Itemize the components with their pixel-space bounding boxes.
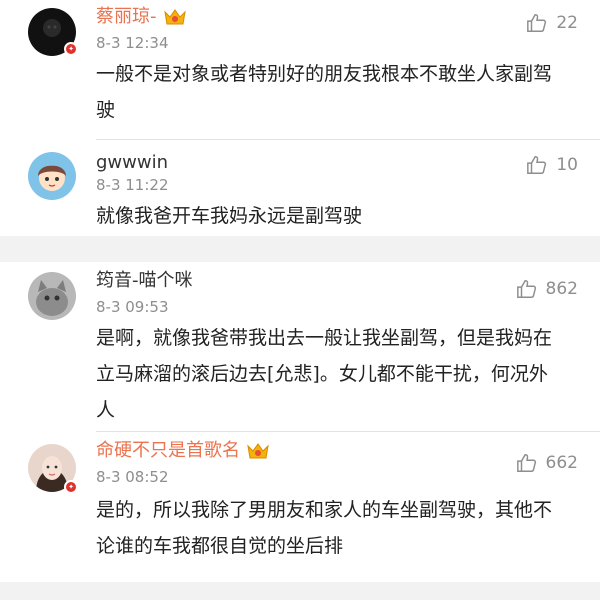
comment-text: 就像我爸开车我妈永远是副驾驶 xyxy=(96,205,363,227)
comment-item: gwwwin 8-3 11:22 10 就像我爸开车我妈永远是副驾驶 xyxy=(0,140,600,236)
crown-vip-icon xyxy=(247,443,269,459)
avatar-image xyxy=(28,272,76,320)
comment-time: 8-3 08:52 xyxy=(96,468,169,486)
comment-time: 8-3 11:22 xyxy=(96,176,169,194)
like-count: 662 xyxy=(545,453,578,473)
comment-item: 筠音-喵个咪 8-3 09:53 862 是啊，就像我爸带我出去一般让我坐副驾，… xyxy=(0,262,600,432)
username-text: 筠音-喵个咪 xyxy=(96,270,193,291)
comment-feed: ✦ 蔡丽琼- 8-3 12:34 22 一般不是对象或者特别好的朋友我根本不敢坐… xyxy=(0,0,600,600)
like-button[interactable]: 662 xyxy=(516,452,578,474)
avatar[interactable] xyxy=(28,272,76,320)
username-text: 蔡丽琼- xyxy=(96,6,157,27)
username[interactable]: gwwwin xyxy=(96,152,168,174)
username[interactable]: 命硬不只是首歌名 xyxy=(96,440,270,462)
section-gap xyxy=(0,582,600,600)
thumbs-up-icon xyxy=(516,280,536,298)
comment-item: ✦ 蔡丽琼- 8-3 12:34 22 一般不是对象或者特别好的朋友我根本不敢坐… xyxy=(0,0,600,140)
avatar-image xyxy=(28,152,76,200)
comment-text: 一般不是对象或者特别好的朋友我根本不敢坐人家副驾驶 xyxy=(96,63,553,121)
thumbs-up-icon xyxy=(516,454,536,472)
like-button[interactable]: 862 xyxy=(516,278,578,300)
crown-vip-icon xyxy=(163,9,186,25)
like-count: 10 xyxy=(556,155,578,175)
verified-badge-icon: ✦ xyxy=(64,42,78,56)
thumbs-up-icon xyxy=(527,156,547,174)
like-count: 862 xyxy=(545,279,578,299)
comment-item: ✦ 命硬不只是首歌名 8-3 08:52 662 是的，所以我除了男朋友和家人的… xyxy=(0,432,600,582)
like-button[interactable]: 10 xyxy=(526,154,578,176)
like-button[interactable]: 22 xyxy=(526,12,578,34)
username-text: 命硬不只是首歌名 xyxy=(96,440,240,461)
username[interactable]: 蔡丽琼- xyxy=(96,6,187,28)
like-count: 22 xyxy=(556,13,578,33)
comment-text: 是啊，就像我爸带我出去一般让我坐副驾，但是我妈在立马麻溜的滚后边去[允悲]。女儿… xyxy=(96,327,553,421)
username[interactable]: 筠音-喵个咪 xyxy=(96,270,193,292)
comment-time: 8-3 09:53 xyxy=(96,298,169,316)
username-text: gwwwin xyxy=(96,152,168,173)
section-gap xyxy=(0,236,600,262)
avatar[interactable] xyxy=(28,152,76,200)
thumbs-up-icon xyxy=(527,14,547,32)
verified-badge-icon: ✦ xyxy=(64,480,78,494)
comment-text: 是的，所以我除了男朋友和家人的车坐副驾驶，其他不论谁的车我都很自觉的坐后排 xyxy=(96,499,553,557)
comment-time: 8-3 12:34 xyxy=(96,34,169,52)
